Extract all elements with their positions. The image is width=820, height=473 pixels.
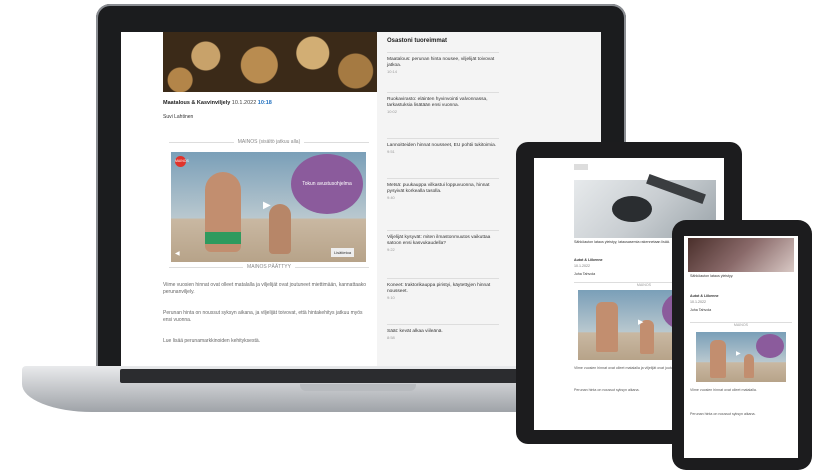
sidebar-item-title: Säät: kevät alkaa viileänä. bbox=[387, 329, 443, 334]
article-author: Suvi Lahtinen bbox=[163, 114, 194, 120]
laptop-notch bbox=[300, 384, 416, 391]
sidebar-item[interactable]: Metsä: puukauppa vilkastui loppuvuonna, … bbox=[387, 178, 499, 201]
video-logo: MAINOS bbox=[175, 156, 189, 167]
phone-paragraph: Perunan hinta on noussut syksyn aikana. bbox=[690, 412, 756, 416]
play-icon[interactable]: ▶ bbox=[263, 200, 271, 211]
sidebar-item-title: Lannoitteiden hinnat nousseet, EU pohtii… bbox=[387, 143, 497, 148]
article-column: Maatalous & Kasvinviljely 10.1.2022 10:1… bbox=[121, 32, 377, 370]
article-time: 10:18 bbox=[257, 100, 272, 106]
article-hero-image bbox=[163, 32, 377, 92]
sidebar-item-date: 8:58 bbox=[387, 335, 395, 340]
article-paragraph: Viime vuosien hinnat ovat olleet matalal… bbox=[163, 282, 367, 295]
article-section[interactable]: Maatalous & Kasvinviljely bbox=[163, 100, 230, 106]
video-person bbox=[269, 204, 291, 254]
phone-screen: Sähköauton lataus yleistyy. Autot & Liik… bbox=[684, 236, 798, 458]
phone-section[interactable]: Autot & Liikenne bbox=[690, 294, 719, 299]
video-shorts bbox=[205, 232, 241, 244]
ad-label-top: MAINOS (sisältö jatkuu alla) bbox=[169, 139, 369, 149]
article-meta: Maatalous & Kasvinviljely 10.1.2022 10:1… bbox=[163, 100, 272, 106]
phone-date: 10.1.2022 bbox=[690, 300, 706, 304]
sidebar-item-date: 9:22 bbox=[387, 247, 395, 252]
sidebar-heading: Osastoni tuoreimmat bbox=[387, 38, 448, 44]
sidebar-item-date: 10:14 bbox=[387, 69, 398, 74]
sidebar-item-title: Ruokavirasto: eläinten hyvinvointi valvo… bbox=[387, 97, 488, 108]
play-icon[interactable]: ▶ bbox=[638, 318, 643, 326]
video-person bbox=[710, 340, 726, 378]
video-overlay: Tokun avustusohjelma bbox=[291, 154, 363, 214]
article-paragraph: Lue lisää perunamarkkinoiden kehityksest… bbox=[163, 338, 260, 344]
ad-video[interactable]: Tokun avustusohjelma MAINOS ▶ ◀ Lisätiet… bbox=[171, 152, 366, 262]
phone-ad-label: MAINOS bbox=[690, 322, 792, 328]
ad-label-top-text: MAINOS (sisältö jatkuu alla) bbox=[233, 139, 305, 145]
tablet-author: Juha Tahvola bbox=[574, 272, 596, 276]
sidebar-item[interactable]: Koneet: traktorikauppa piristyi, käytett… bbox=[387, 278, 499, 301]
video-more-button[interactable]: Lisätietoa bbox=[331, 248, 355, 257]
phone-hero-image bbox=[688, 238, 794, 272]
plug-shape bbox=[612, 196, 652, 222]
sidebar-item-title: Maatalous: perunan hinta nousee, viljeli… bbox=[387, 57, 495, 68]
phone-ad-video[interactable]: ▶ bbox=[696, 332, 786, 382]
ad-label-bottom-text: MAINOS PÄÄTTYY bbox=[243, 264, 295, 270]
article-paragraph: Perunan hinta on noussut syksyn aikana, … bbox=[163, 310, 363, 323]
phone-paragraph: Viime vuosien hinnat ovat olleet matalal… bbox=[690, 388, 757, 392]
sidebar-item-date: 9:40 bbox=[387, 195, 395, 200]
sidebar-item-title: Viljelijät kysyvät: miten ilmastonmuutos… bbox=[387, 235, 491, 246]
play-icon[interactable]: ▶ bbox=[736, 350, 741, 357]
sidebar-item-title: Koneet: traktorikauppa piristyi, käytett… bbox=[387, 283, 491, 294]
sidebar-item[interactable]: Ruokavirasto: eläinten hyvinvointi valvo… bbox=[387, 92, 499, 115]
sidebar-item[interactable]: Viljelijät kysyvät: miten ilmastonmuutos… bbox=[387, 230, 499, 253]
sidebar-item-date: 9:51 bbox=[387, 149, 395, 154]
volume-icon[interactable]: ◀ bbox=[175, 250, 180, 257]
video-person bbox=[744, 354, 754, 378]
tablet-logo bbox=[574, 164, 588, 170]
phone-author: Juha Tahvola bbox=[690, 308, 712, 312]
sidebar-item[interactable]: Säät: kevät alkaa viileänä. 8:58 bbox=[387, 324, 499, 341]
cable-shape bbox=[646, 174, 706, 204]
sidebar-item-title: Metsä: puukauppa vilkastui loppuvuonna, … bbox=[387, 183, 490, 194]
sidebar-item[interactable]: Lannoitteiden hinnat nousseet, EU pohtii… bbox=[387, 138, 499, 155]
sidebar-item-date: 9:10 bbox=[387, 295, 395, 300]
tablet-section[interactable]: Autot & Liikenne bbox=[574, 258, 603, 263]
sidebar-item[interactable]: Maatalous: perunan hinta nousee, viljeli… bbox=[387, 52, 499, 75]
tablet-date: 10.1.2022 bbox=[574, 264, 590, 268]
phone-caption: Sähköauton lataus yleistyy. bbox=[690, 274, 734, 278]
sidebar-item-date: 10:02 bbox=[387, 109, 398, 114]
video-overlay-circle bbox=[756, 334, 784, 358]
ad-label-bottom: MAINOS PÄÄTTYY bbox=[169, 264, 369, 274]
article-date: 10.1.2022 bbox=[231, 100, 257, 106]
video-person bbox=[596, 302, 618, 352]
